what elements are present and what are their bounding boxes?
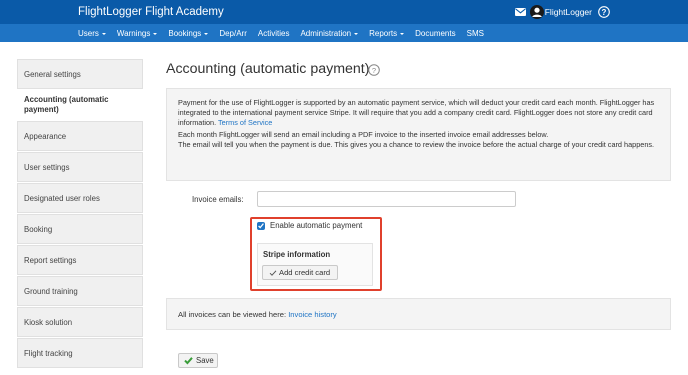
top-bar: FlightLogger Flight Academy FlightLogger…	[0, 0, 688, 24]
sidebar-item-ground-training[interactable]: Ground training	[17, 276, 143, 306]
chevron-down-icon	[101, 32, 106, 35]
nav-item-administration[interactable]: Administration	[300, 28, 359, 38]
app-title[interactable]: FlightLogger Flight Academy	[78, 6, 224, 18]
nav-item-label: Warnings	[116, 28, 151, 38]
nav-item-warnings[interactable]: Warnings	[117, 29, 158, 38]
chevron-down-icon	[354, 32, 359, 35]
sidebar-item-label: Booking	[24, 224, 53, 234]
enable-automatic-payment-checkbox[interactable]	[257, 222, 265, 230]
sidebar-item-label: Ground training	[24, 286, 78, 296]
sidebar-item-label: Kiosk solution	[24, 317, 73, 327]
nav-item-bookings[interactable]: Bookings	[168, 28, 209, 38]
sidebar-item-label: Accounting (automatic payment)	[24, 95, 109, 114]
nav-items: Users Warnings Bookings Dep/Arr Activities Ad…	[78, 24, 495, 42]
terms-link[interactable]: Terms of Service	[218, 118, 272, 127]
help-icon[interactable]: ?	[598, 6, 610, 18]
svg-text:?: ?	[602, 8, 607, 17]
invoice-emails-label: Invoice emails:	[192, 195, 244, 204]
stripe-info-title: Stripe information	[263, 250, 331, 259]
nav-item-label: SMS	[466, 28, 484, 38]
header-actions: FlightLogger ?	[514, 0, 610, 24]
enable-automatic-payment-label[interactable]: Enable automatic payment	[270, 221, 362, 230]
sidebar-item-label: Flight tracking	[24, 348, 73, 358]
nav-item-label: Administration	[300, 28, 352, 38]
add-credit-card-label: Add credit card	[279, 268, 331, 277]
sidebar-item-label: Report settings	[24, 255, 77, 265]
invoice-emails-input[interactable]	[257, 191, 516, 207]
main-nav: Users Warnings Bookings Dep/Arr Activities Ad…	[0, 24, 688, 42]
sidebar-item-appearance[interactable]: Appearance	[17, 121, 143, 151]
sidebar-item-label: User settings	[24, 162, 70, 172]
avatar[interactable]	[529, 5, 544, 19]
nav-item-reports[interactable]: Reports	[369, 28, 405, 38]
nav-item-label: Activities	[257, 28, 290, 38]
mail-icon[interactable]	[514, 8, 526, 16]
sidebar-item-report-settings[interactable]: Report settings	[17, 245, 143, 275]
info-paragraph: Payment for the use of FlightLogger is s…	[178, 98, 659, 128]
invoice-history-box: All invoices can be viewed here: Invoice…	[166, 298, 671, 330]
check-icon	[184, 357, 193, 365]
sidebar-item-user-settings[interactable]: User settings	[17, 152, 143, 182]
nav-item-sms[interactable]: SMS	[467, 29, 484, 38]
nav-item-label: Users	[78, 28, 99, 38]
invoice-history-text: All invoices can be viewed here:	[178, 309, 287, 319]
nav-item-label: Dep/Arr	[219, 28, 247, 38]
nav-item-label: Documents	[415, 28, 456, 38]
invoice-history-link[interactable]: Invoice history	[288, 310, 337, 319]
sidebar-item-booking[interactable]: Booking	[17, 214, 143, 244]
chevron-down-icon	[400, 32, 405, 35]
sidebar-item-flight-tracking[interactable]: Flight tracking	[17, 338, 143, 368]
page-title: Accounting (automatic payment)	[166, 61, 370, 77]
sidebar-item-label: Appearance	[24, 131, 67, 141]
nav-item-documents[interactable]: Documents	[415, 29, 455, 38]
sidebar-item-label: Designated user roles	[24, 193, 100, 203]
info-paragraph: The email will tell you when the payment…	[178, 140, 655, 149]
nav-item-label: Reports	[369, 28, 398, 38]
sidebar-item-general-settings[interactable]: General settings	[17, 59, 143, 89]
nav-item-label: Bookings	[168, 28, 202, 38]
sidebar-item-label: General settings	[24, 69, 81, 79]
save-button[interactable]: Save	[178, 353, 218, 368]
info-paragraph: Each month FlightLogger will send an ema…	[178, 130, 549, 139]
add-credit-card-button[interactable]: Add credit card	[262, 265, 338, 280]
chevron-down-icon	[153, 32, 158, 35]
nav-item-activities[interactable]: Activities	[258, 29, 290, 38]
svg-text:?: ?	[372, 66, 376, 75]
user-name[interactable]: FlightLogger	[545, 7, 592, 17]
nav-item-users[interactable]: Users	[78, 29, 106, 38]
save-label: Save	[196, 356, 214, 365]
sidebar-item-designated-user-roles[interactable]: Designated user roles	[17, 183, 143, 213]
nav-item-dep-arr[interactable]: Dep/Arr	[219, 29, 247, 38]
payment-info-box: Payment for the use of FlightLogger is s…	[166, 88, 671, 181]
help-icon[interactable]: ?	[368, 64, 380, 76]
sidebar-item-accounting-automatic-payment[interactable]: Accounting (automatic payment)	[17, 90, 143, 120]
check-icon	[269, 269, 277, 276]
chevron-down-icon	[204, 32, 209, 35]
sidebar-item-kiosk-solution[interactable]: Kiosk solution	[17, 307, 143, 337]
